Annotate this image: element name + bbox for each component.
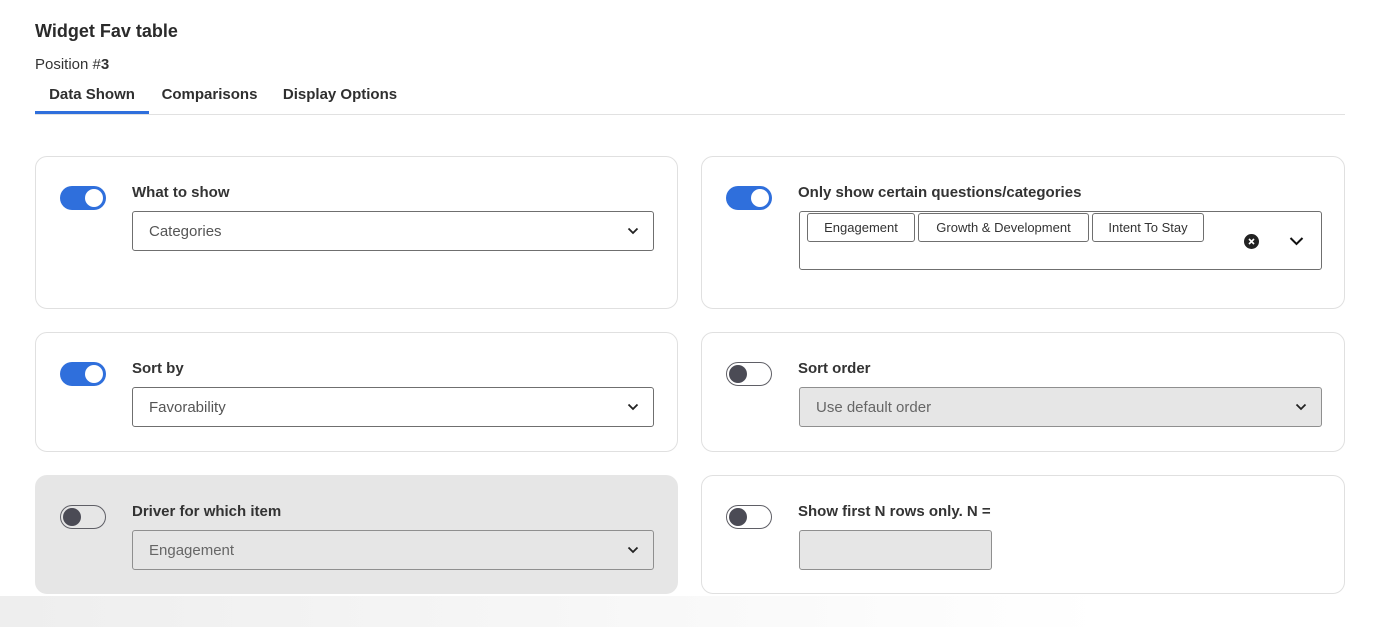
tab-comparisons[interactable]: Comparisons <box>149 84 270 114</box>
question-multiselect[interactable]: Engagement Growth & Development Intent T… <box>799 211 1322 270</box>
first-n-rows-toggle[interactable] <box>726 505 772 529</box>
only-show-card: Only show certain questions/categories E… <box>701 156 1345 309</box>
first-n-rows-card: Show first N rows only. N = <box>701 475 1345 594</box>
sort-order-card: Sort order Use default order <box>701 332 1345 452</box>
first-n-rows-input[interactable] <box>799 530 992 570</box>
driver-select[interactable]: Engagement <box>132 530 654 570</box>
bottom-shadow <box>0 596 1379 627</box>
driver-toggle[interactable] <box>60 505 106 529</box>
only-show-label: Only show certain questions/categories <box>798 184 1082 201</box>
driver-card: Driver for which item Engagement <box>35 475 678 594</box>
sort-by-toggle[interactable] <box>60 362 106 386</box>
sort-order-toggle[interactable] <box>726 362 772 386</box>
tab-display-options[interactable]: Display Options <box>270 84 410 114</box>
sort-by-card: Sort by Favorability <box>35 332 678 452</box>
chip-intent-to-stay[interactable]: Intent To Stay <box>1092 213 1204 242</box>
sort-order-value: Use default order <box>816 399 932 416</box>
chip-engagement[interactable]: Engagement <box>807 213 915 242</box>
chevron-down-icon[interactable] <box>1289 235 1304 247</box>
chevron-down-icon <box>627 403 639 411</box>
sort-by-select[interactable]: Favorability <box>132 387 654 427</box>
driver-value: Engagement <box>149 542 235 559</box>
driver-label: Driver for which item <box>132 503 282 520</box>
what-to-show-toggle[interactable] <box>60 186 106 210</box>
chevron-down-icon <box>627 546 639 554</box>
tab-bar: Data Shown Comparisons Display Options <box>35 84 1345 115</box>
position-label: Position #3 <box>35 56 109 73</box>
what-to-show-card: What to show Categories <box>35 156 678 309</box>
tab-data-shown[interactable]: Data Shown <box>35 84 149 114</box>
what-to-show-label: What to show <box>132 184 230 201</box>
sort-order-select[interactable]: Use default order <box>799 387 1322 427</box>
chevron-down-icon <box>627 227 639 235</box>
sort-by-label: Sort by <box>132 360 184 377</box>
position-prefix: Position # <box>35 56 101 73</box>
what-to-show-value: Categories <box>149 223 222 240</box>
only-show-toggle[interactable] <box>726 186 772 210</box>
first-n-rows-label: Show first N rows only. N = <box>798 503 991 520</box>
what-to-show-select[interactable]: Categories <box>132 211 654 251</box>
chevron-down-icon <box>1295 403 1307 411</box>
position-number: 3 <box>100 56 110 73</box>
chip-growth-development[interactable]: Growth & Development <box>918 213 1089 242</box>
clear-icon[interactable] <box>1244 234 1259 249</box>
sort-order-label: Sort order <box>798 360 871 377</box>
page-title: Widget Fav table <box>35 21 178 41</box>
sort-by-value: Favorability <box>149 399 226 416</box>
